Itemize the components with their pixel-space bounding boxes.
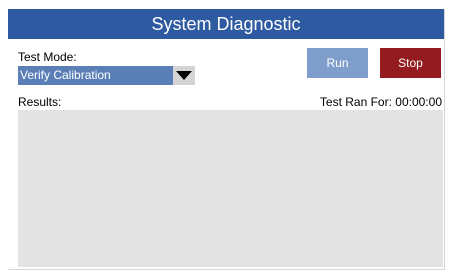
diagnostic-panel: System Diagnostic Test Mode: Verify Cali… xyxy=(8,9,445,270)
window-title: System Diagnostic xyxy=(8,9,444,39)
test-mode-label: Test Mode: xyxy=(18,50,77,64)
run-button[interactable]: Run xyxy=(307,48,368,78)
timer-label: Test Ran For: xyxy=(319,95,392,109)
dropdown-arrow-button[interactable] xyxy=(173,66,195,85)
triangle-down-icon xyxy=(176,71,192,80)
test-mode-selected-value: Verify Calibration xyxy=(18,66,173,85)
test-timer: Test Ran For: 00:00:00 xyxy=(320,95,442,109)
timer-value: 00:00:00 xyxy=(395,95,442,109)
stop-button[interactable]: Stop xyxy=(380,48,441,78)
test-mode-select[interactable]: Verify Calibration xyxy=(18,66,195,85)
results-label: Results: xyxy=(18,95,62,109)
results-output-area[interactable] xyxy=(18,110,443,267)
